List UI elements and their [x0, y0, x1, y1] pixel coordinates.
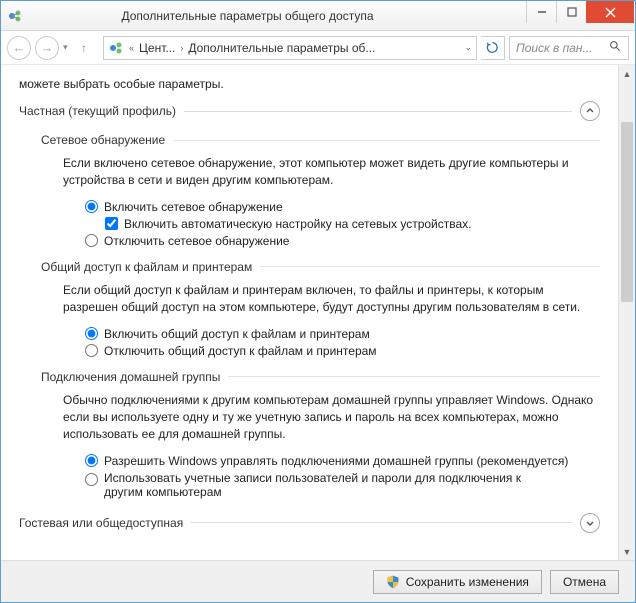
radio-input[interactable] [85, 344, 98, 357]
refresh-button[interactable] [481, 36, 505, 60]
radio-label: Включить общий доступ к файлам и принтер… [104, 327, 370, 341]
scroll-up-button[interactable]: ▲ [619, 65, 635, 82]
search-input[interactable]: Поиск в пан... [509, 36, 629, 60]
breadcrumb[interactable]: « Цент... › Дополнительные параметры об.… [103, 36, 477, 60]
radio-homegroup-user[interactable]: Использовать учетные записи пользователе… [85, 471, 600, 499]
radio-label: Отключить сетевое обнаружение [104, 234, 289, 248]
scroll-thumb[interactable] [621, 122, 633, 302]
search-icon [609, 40, 622, 56]
divider [260, 266, 600, 267]
titlebar: Дополнительные параметры общего доступа [1, 1, 635, 31]
breadcrumb-item[interactable]: Дополнительные параметры об... [188, 41, 375, 55]
vertical-scrollbar[interactable]: ▲ ▼ [618, 65, 635, 560]
chevron-right-icon: › [177, 43, 186, 53]
section-private-title: Частная (текущий профиль) [19, 104, 176, 118]
radio-label: Отключить общий доступ к файлам и принте… [104, 344, 377, 358]
scroll-down-button[interactable]: ▼ [619, 543, 635, 560]
radio-input[interactable] [85, 200, 98, 213]
homegroup-desc: Обычно подключениями к другим компьютера… [63, 392, 600, 444]
divider [173, 140, 600, 141]
divider [228, 376, 600, 377]
radio-input[interactable] [85, 234, 98, 247]
section-guest-title: Гостевая или общедоступная [19, 516, 183, 530]
radio-label: Разрешить Windows управлять подключениям… [104, 454, 568, 468]
radio-input[interactable] [85, 473, 98, 486]
group-homegroup-title: Подключения домашней группы [41, 370, 220, 384]
maximize-button[interactable] [556, 1, 586, 23]
chevron-right-icon: « [126, 43, 137, 53]
up-button[interactable]: ↑ [81, 41, 99, 55]
divider [191, 522, 572, 523]
divider [184, 111, 572, 112]
history-dropdown[interactable]: ▾ [63, 42, 77, 53]
radio-file-sharing-off[interactable]: Отключить общий доступ к файлам и принте… [85, 344, 600, 358]
footer: Сохранить изменения Отмена [1, 560, 635, 602]
radio-network-discovery-on[interactable]: Включить сетевое обнаружение [85, 200, 600, 214]
group-network-discovery-title: Сетевое обнаружение [41, 133, 165, 147]
back-button[interactable]: ← [7, 36, 31, 60]
close-button[interactable] [586, 1, 634, 23]
shield-icon [386, 575, 400, 589]
scroll-track[interactable] [619, 82, 635, 543]
minimize-button[interactable] [526, 1, 556, 23]
forward-button[interactable]: → [35, 36, 59, 60]
network-discovery-desc: Если включено сетевое обнаружение, этот … [63, 155, 600, 190]
cancel-button[interactable]: Отмена [550, 570, 619, 594]
radio-input[interactable] [85, 327, 98, 340]
save-button-label: Сохранить изменения [406, 575, 529, 589]
radio-label: Использовать учетные записи пользователе… [104, 471, 544, 499]
radio-input[interactable] [85, 454, 98, 467]
group-file-sharing-title: Общий доступ к файлам и принтерам [41, 260, 252, 274]
checkbox-label: Включить автоматическую настройку на сет… [124, 217, 472, 231]
intro-text: можете выбрать особые параметры. [19, 77, 600, 91]
file-sharing-desc: Если общий доступ к файлам и принтерам в… [63, 282, 600, 317]
breadcrumb-item[interactable]: Цент... [139, 41, 175, 55]
breadcrumb-icon [108, 40, 124, 56]
checkbox-auto-setup[interactable]: Включить автоматическую настройку на сет… [105, 217, 600, 231]
window-title: Дополнительные параметры общего доступа [0, 9, 526, 23]
content-area: можете выбрать особые параметры. Частная… [1, 65, 618, 560]
collapse-private-button[interactable] [580, 101, 600, 121]
radio-label: Включить сетевое обнаружение [104, 200, 283, 214]
checkbox-input[interactable] [105, 217, 118, 230]
search-placeholder: Поиск в пан... [516, 41, 593, 55]
expand-guest-button[interactable] [580, 513, 600, 533]
cancel-button-label: Отмена [563, 575, 606, 589]
navbar: ← → ▾ ↑ « Цент... › Дополнительные парам… [1, 31, 635, 65]
radio-file-sharing-on[interactable]: Включить общий доступ к файлам и принтер… [85, 327, 600, 341]
save-button[interactable]: Сохранить изменения [373, 570, 542, 594]
chevron-down-icon[interactable]: ⌄ [464, 42, 472, 53]
radio-homegroup-windows[interactable]: Разрешить Windows управлять подключениям… [85, 454, 600, 468]
radio-network-discovery-off[interactable]: Отключить сетевое обнаружение [85, 234, 600, 248]
